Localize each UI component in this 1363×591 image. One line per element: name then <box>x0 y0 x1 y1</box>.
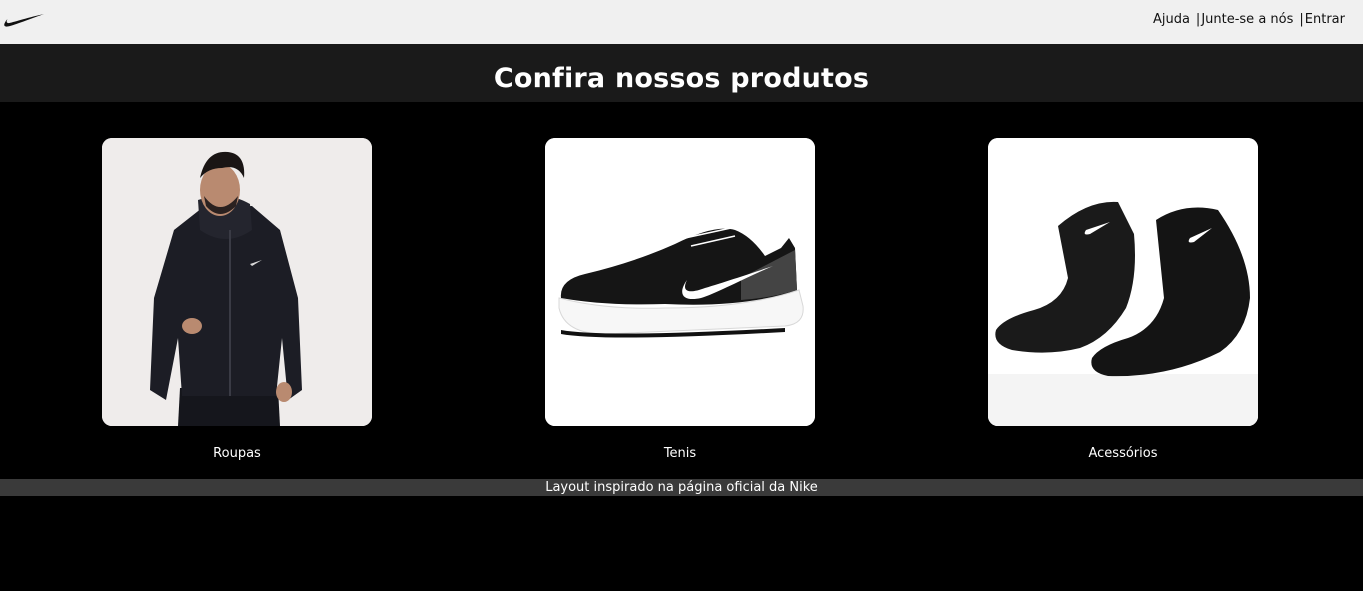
help-link[interactable]: Ajuda <box>1153 12 1190 27</box>
product-roupas: Roupas <box>102 138 372 461</box>
nike-swoosh-icon[interactable] <box>3 12 45 30</box>
nav-separator: | <box>1195 12 1201 27</box>
product-label-tenis[interactable]: Tenis <box>545 446 815 461</box>
footer: Layout inspirado na página oficial da Ni… <box>0 479 1363 496</box>
product-label-roupas[interactable]: Roupas <box>102 446 372 461</box>
footer-text: Layout inspirado na página oficial da Ni… <box>545 480 818 495</box>
socks-image <box>988 138 1258 426</box>
product-acessorios: Acessórios <box>988 138 1258 461</box>
product-card-tenis[interactable] <box>545 138 815 426</box>
products-section: Roupas Tenis Acessórios <box>0 102 1363 479</box>
product-card-acessorios[interactable] <box>988 138 1258 426</box>
title-bar: Confira nossos produtos <box>0 44 1363 102</box>
product-label-acessorios[interactable]: Acessórios <box>988 446 1258 461</box>
top-bar: Ajuda | Junte-se a nós | Entrar <box>0 0 1363 44</box>
product-tenis: Tenis <box>545 138 815 461</box>
top-nav: Ajuda | Junte-se a nós | Entrar <box>1153 12 1345 27</box>
join-link[interactable]: Junte-se a nós <box>1201 12 1293 27</box>
login-link[interactable]: Entrar <box>1305 12 1345 27</box>
hoodie-model-image <box>102 138 372 426</box>
running-shoe-image <box>545 138 815 426</box>
nav-separator: | <box>1299 12 1304 27</box>
product-card-roupas[interactable] <box>102 138 372 426</box>
